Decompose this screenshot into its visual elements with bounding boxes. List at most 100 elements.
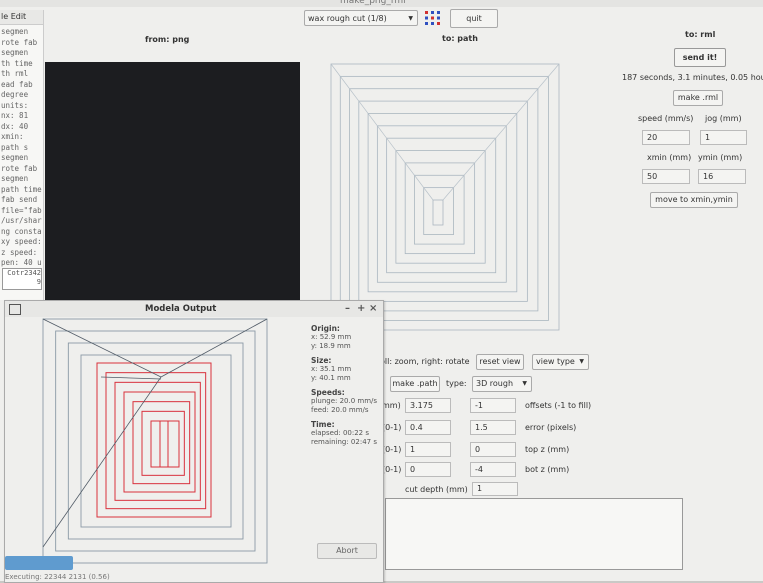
- make-path-button[interactable]: make .path: [390, 376, 440, 392]
- param-label: offsets (-1 to fill): [525, 401, 592, 410]
- param-value-1[interactable]: 0: [405, 462, 451, 477]
- path-ring: [376, 125, 507, 283]
- elapsed-time: elapsed: 00:22 s: [311, 429, 370, 437]
- modela-title-bar[interactable]: Modela Output – + ×: [5, 301, 383, 317]
- size-x: x: 35.1 mm: [311, 365, 352, 373]
- quit-button[interactable]: quit: [450, 9, 498, 28]
- grid-icon[interactable]: [425, 11, 440, 25]
- view-type-select[interactable]: view type ▼: [532, 354, 589, 370]
- terminal-output: segmen rote fab segmen th time th rml ead fab…: [0, 25, 43, 269]
- view-hint: oll: zoom, right: rotate: [380, 357, 470, 366]
- param-label: top z (mm): [525, 445, 570, 454]
- origin-x: x: 52.9 mm: [311, 333, 352, 341]
- param-value-2[interactable]: -4: [470, 462, 516, 477]
- path-type-select[interactable]: 3D rough ▼: [472, 376, 532, 392]
- xmin-input[interactable]: 50: [642, 169, 690, 184]
- terminal-line: fab send: [1, 195, 38, 204]
- speeds-heading: Speeds:: [311, 388, 345, 397]
- param-value-1[interactable]: 3.175: [405, 398, 451, 413]
- terminal-line: dx: 40: [1, 121, 29, 131]
- toolpath-ring: [150, 420, 180, 468]
- terminal-line: th rml: [1, 69, 29, 78]
- path-diagonal: [330, 63, 434, 201]
- param-value-2[interactable]: 1.5: [470, 420, 516, 435]
- window-title: make_png_rml: [340, 0, 406, 6]
- window-icon: [9, 304, 21, 315]
- terminal-line: nx: 81: [1, 111, 29, 120]
- job-info-panel: Origin: x: 52.9 mm y: 18.9 mm Size: x: 3…: [311, 319, 383, 447]
- path-ring: [432, 199, 444, 226]
- param-value-1[interactable]: 0.4: [405, 420, 451, 435]
- terminal-window: le Edit segmen rote fab segmen th time th rm…: [0, 10, 44, 300]
- origin-heading: Origin:: [311, 324, 340, 333]
- toolpath-ring: [159, 420, 169, 468]
- path-diagonal: [442, 63, 560, 201]
- terminal-menu-bar[interactable]: le Edit: [0, 10, 43, 25]
- jog-label: jog (mm): [705, 114, 742, 123]
- progress-bar: [5, 556, 74, 570]
- maximize-icon[interactable]: +: [357, 301, 365, 317]
- toolpath-link: [42, 318, 162, 378]
- move-to-xmin-ymin-button[interactable]: move to xmin,ymin: [650, 192, 738, 208]
- terminal-line: units:: [1, 100, 29, 110]
- terminal-line: file="fab: [1, 205, 42, 215]
- path-ring: [367, 113, 518, 293]
- param-value-2[interactable]: -1: [470, 398, 516, 413]
- terminal-line: path s: [1, 142, 29, 152]
- terminal-line: rote fab: [1, 163, 38, 173]
- size-heading: Size:: [311, 356, 332, 365]
- title-bar: make_png_rml: [0, 0, 763, 7]
- reset-view-button[interactable]: reset view: [476, 354, 524, 370]
- feed-speed: feed: 20.0 mm/s: [311, 406, 369, 414]
- modela-title: Modela Output: [145, 304, 217, 314]
- terminal-line: ead fab: [1, 79, 33, 89]
- param-row-prefix: mm): [382, 401, 401, 410]
- minimize-icon[interactable]: –: [345, 301, 350, 317]
- from-png-header: from: png: [145, 35, 190, 44]
- path-preview-canvas[interactable]: [309, 50, 569, 332]
- terminal-input-box[interactable]: Cotr2342 9: [2, 268, 42, 290]
- size-y: y: 40.1 mm: [311, 374, 351, 382]
- ymin-input[interactable]: 16: [698, 169, 746, 184]
- terminal-input-line: Cotr2342: [7, 269, 41, 277]
- origin-y: y: 18.9 mm: [311, 342, 351, 350]
- chevron-down-icon: ▼: [522, 380, 527, 387]
- view-type-label: view type: [536, 357, 575, 366]
- cut-depth-label: cut depth (mm): [405, 485, 468, 494]
- path-ring: [423, 187, 454, 235]
- cut-depth-input[interactable]: 1: [472, 482, 518, 496]
- mode-select-value: wax rough cut (1/8): [308, 14, 387, 23]
- time-heading: Time:: [311, 420, 335, 429]
- param-row-prefix: (0-1): [382, 423, 402, 432]
- abort-button[interactable]: Abort: [317, 543, 377, 559]
- mode-select[interactable]: wax rough cut (1/8) ▼: [304, 10, 418, 26]
- toolpath-link: [100, 376, 162, 380]
- png-preview-canvas[interactable]: [45, 62, 300, 302]
- speed-label: speed (mm/s): [638, 114, 694, 123]
- toolpath-ring: [96, 362, 212, 518]
- terminal-line: segmen: [1, 153, 29, 162]
- terminal-line: th time: [1, 58, 33, 68]
- terminal-line: ng consta: [1, 226, 42, 236]
- toolpath-link: [42, 376, 162, 548]
- terminal-line: z speed:: [1, 247, 38, 257]
- toolpath-ring: [55, 330, 256, 552]
- make-rml-button[interactable]: make .rml: [673, 90, 723, 106]
- param-label: bot z (mm): [525, 465, 570, 474]
- close-icon[interactable]: ×: [369, 301, 377, 317]
- toolpath-ring: [80, 354, 232, 528]
- param-value-1[interactable]: 1: [405, 442, 451, 457]
- terminal-line: path time: [1, 184, 42, 194]
- terminal-line: segmen: [1, 174, 29, 183]
- param-label: error (pixels): [525, 423, 577, 432]
- log-text-area[interactable]: [385, 498, 683, 570]
- terminal-line: pen: 40 u: [1, 258, 42, 267]
- type-label: type:: [446, 379, 467, 388]
- speed-input[interactable]: 20: [642, 130, 690, 145]
- toolpath-ring: [114, 381, 201, 501]
- param-value-2[interactable]: 0: [470, 442, 516, 457]
- param-row-prefix: (0-1): [382, 445, 402, 454]
- modela-output-window: Modela Output – + × Origin: x: 52.9 mm y…: [4, 300, 384, 583]
- send-it-button[interactable]: send it!: [674, 48, 726, 67]
- jog-input[interactable]: 1: [700, 130, 747, 145]
